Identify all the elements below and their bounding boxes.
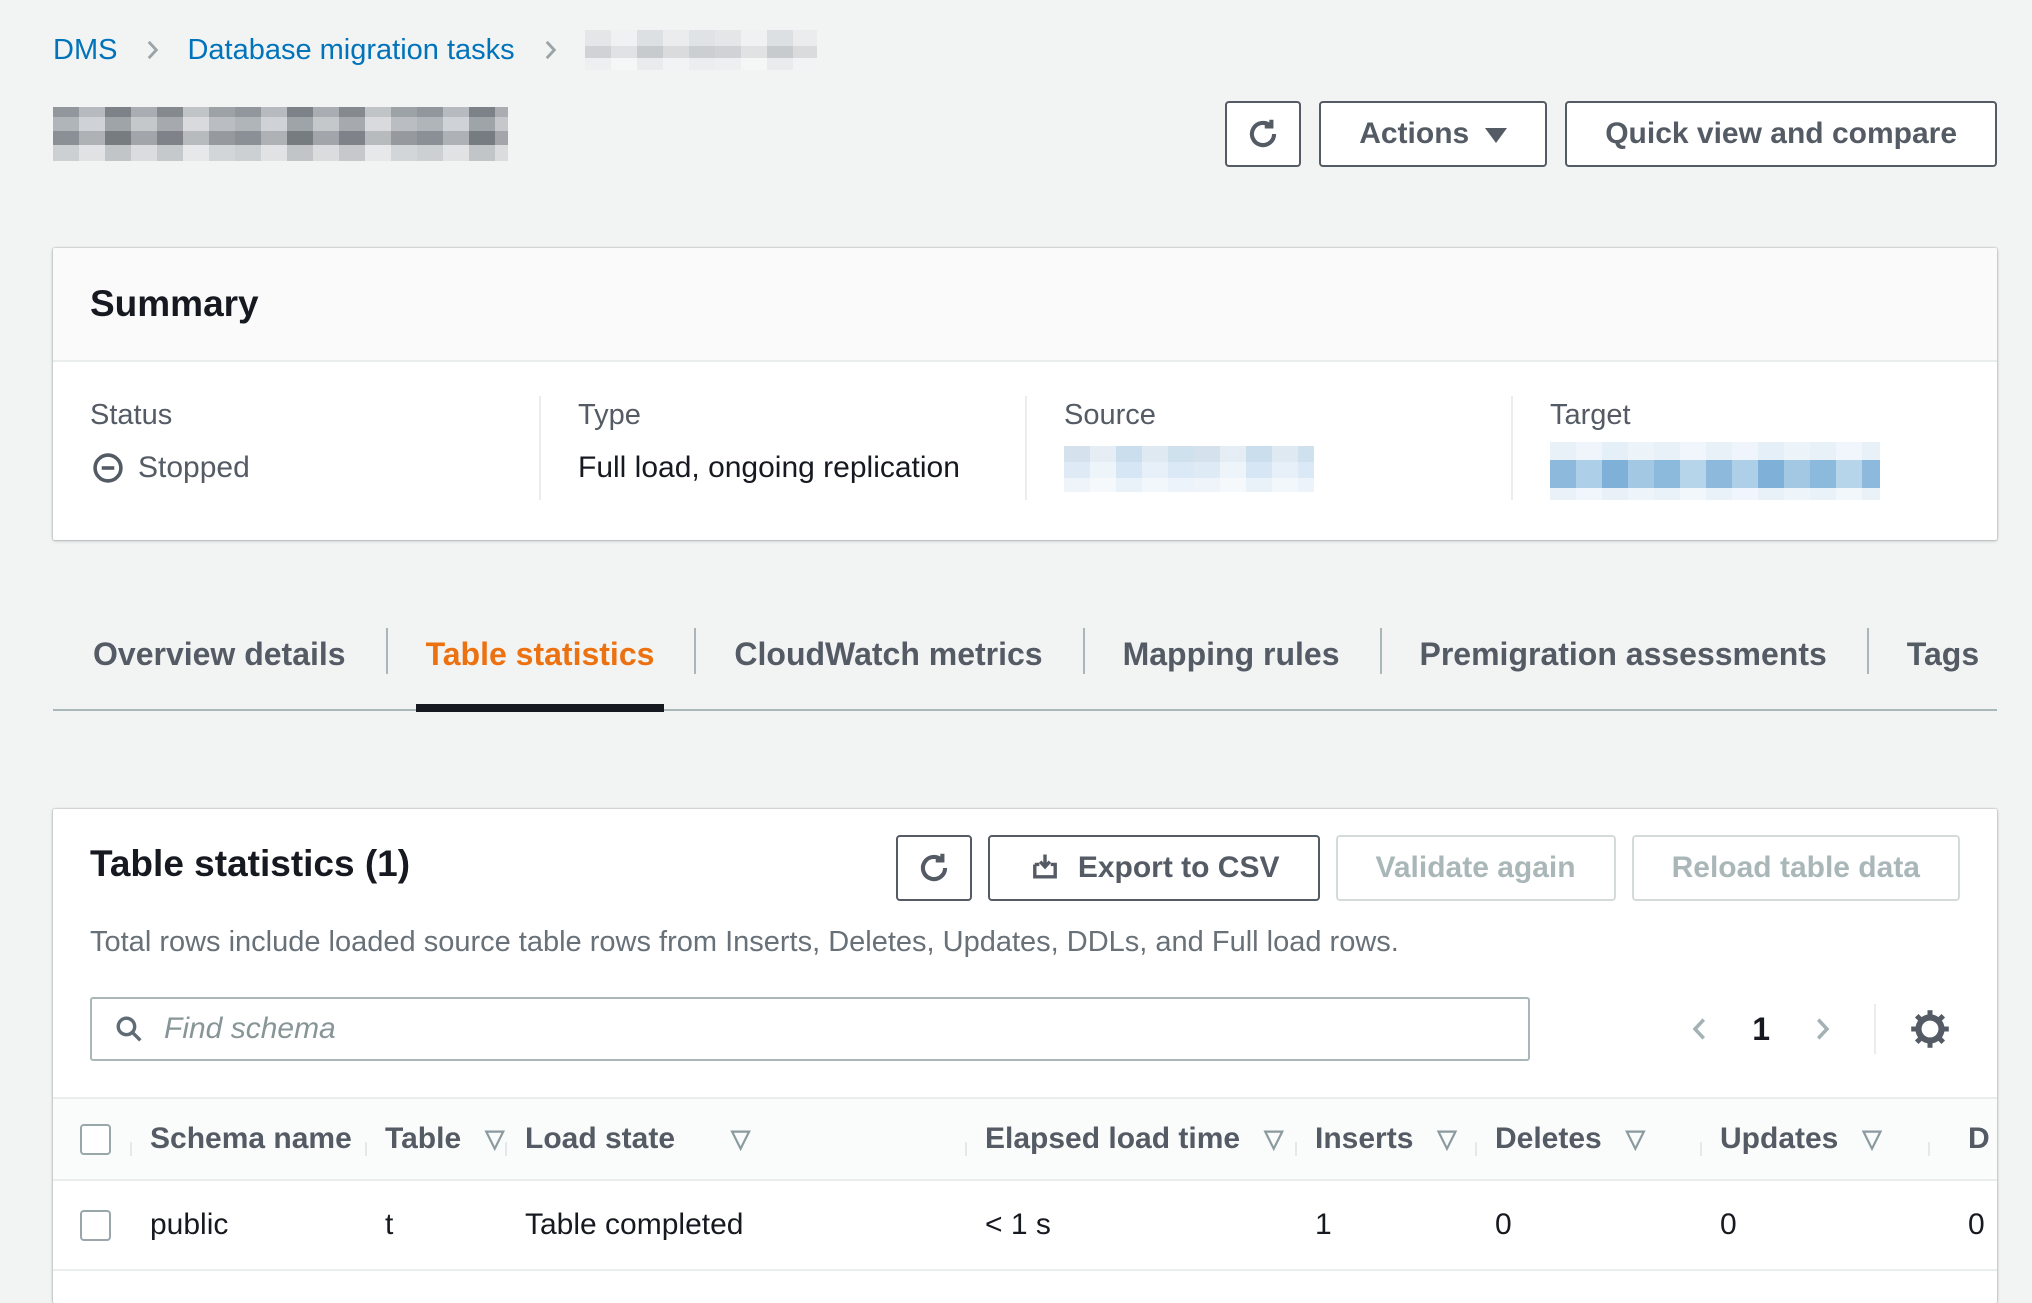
quick-view-compare-button[interactable]: Quick view and compare (1565, 101, 1997, 167)
table-row[interactable]: public t Table completed < 1 s 1 0 0 0 (53, 1181, 1997, 1271)
download-icon (1028, 851, 1062, 885)
type-value: Full load, ongoing replication (578, 448, 995, 488)
actions-button[interactable]: Actions (1319, 101, 1547, 167)
summary-field-target: Target (1511, 396, 1997, 500)
tab-cloudwatch-metrics[interactable]: CloudWatch metrics (694, 622, 1082, 709)
cell-updates: 0 (1700, 1208, 1928, 1242)
previous-page-button[interactable] (1672, 1001, 1728, 1057)
quick-view-compare-label: Quick view and compare (1605, 117, 1957, 151)
summary-field-type: Type Full load, ongoing replication (539, 396, 1025, 500)
pager-divider (1874, 1004, 1876, 1054)
page-header: Actions Quick view and compare (53, 100, 1997, 168)
tab-bar: Overview details Table statistics CloudW… (53, 622, 1997, 711)
tab-premigration-assessments[interactable]: Premigration assessments (1380, 622, 1867, 709)
sort-icon[interactable] (1264, 1127, 1283, 1152)
target-value-redacted[interactable] (1550, 442, 1880, 500)
table-statistics-description: Total rows include loaded source table r… (90, 923, 1960, 961)
column-header-deletes[interactable]: Deletes (1475, 1122, 1700, 1156)
breadcrumb-link-tasks[interactable]: Database migration tasks (187, 31, 514, 69)
cell-schema-name: public (130, 1208, 365, 1242)
table-statistics-title: Table statistics (1) (90, 841, 410, 887)
statistics-table: Schema name Table Load state Elapsed loa… (53, 1097, 1997, 1303)
target-label: Target (1550, 396, 1967, 434)
export-csv-button[interactable]: Export to CSV (988, 835, 1320, 901)
caret-down-icon (1485, 128, 1507, 143)
refresh-button[interactable] (1225, 101, 1301, 167)
table-statistics-actions: Export to CSV Validate again Reload tabl… (896, 835, 1960, 901)
column-header-schema-name[interactable]: Schema name (130, 1122, 365, 1156)
summary-fields: Status Stopped Type Full load, ongoing r… (53, 362, 1997, 540)
cell-ddl-clipped: 0 (1928, 1208, 1997, 1242)
pagination: 1 (1672, 999, 1960, 1059)
breadcrumb-current-redacted (585, 30, 817, 70)
sort-icon[interactable] (485, 1127, 504, 1152)
reload-table-data-button[interactable]: Reload table data (1632, 835, 1960, 901)
source-label: Source (1064, 396, 1481, 434)
page-content: DMS Database migration tasks Actions Qui… (0, 0, 2032, 1303)
page-number[interactable]: 1 (1738, 1011, 1784, 1048)
page-header-actions: Actions Quick view and compare (1225, 101, 1997, 167)
summary-field-status: Status Stopped (53, 396, 539, 500)
cell-elapsed-load-time: < 1 s (965, 1208, 1295, 1242)
cell-table: t (365, 1208, 505, 1242)
schema-search (90, 997, 1530, 1061)
next-page-button[interactable] (1794, 1001, 1850, 1057)
validate-again-label: Validate again (1376, 851, 1576, 885)
tab-mapping-rules[interactable]: Mapping rules (1083, 622, 1380, 709)
table-statistics-panel: Table statistics (1) Export to CSV (53, 809, 1997, 1303)
breadcrumb: DMS Database migration tasks (53, 30, 1997, 70)
cell-inserts: 1 (1295, 1208, 1475, 1242)
table-refresh-button[interactable] (896, 835, 972, 901)
gear-icon (1907, 1006, 1953, 1052)
tab-overview-details[interactable]: Overview details (53, 622, 386, 709)
summary-field-source: Source (1025, 396, 1511, 500)
column-header-load-state[interactable]: Load state (505, 1122, 965, 1156)
refresh-icon (915, 849, 953, 887)
table-footer-spacer (53, 1271, 1997, 1303)
tab-bar-divider (53, 709, 1997, 711)
table-filter-row: 1 (90, 997, 1960, 1061)
status-label: Status (90, 396, 509, 434)
actions-button-label: Actions (1359, 117, 1469, 151)
summary-title: Summary (90, 282, 1960, 326)
row-checkbox[interactable] (80, 1210, 111, 1241)
type-label: Type (578, 396, 995, 434)
refresh-icon (1244, 115, 1282, 153)
cell-load-state: Table completed (505, 1208, 965, 1242)
table-statistics-header: Table statistics (1) Export to CSV (90, 835, 1960, 901)
tab-table-statistics[interactable]: Table statistics (386, 622, 695, 709)
column-header-elapsed-load-time[interactable]: Elapsed load time (965, 1122, 1295, 1156)
column-header-inserts[interactable]: Inserts (1295, 1122, 1475, 1156)
sort-icon[interactable] (1862, 1127, 1881, 1152)
table-header-row: Schema name Table Load state Elapsed loa… (53, 1097, 1997, 1181)
status-value: Stopped (138, 448, 250, 488)
summary-header: Summary (53, 248, 1997, 362)
column-header-ddl-clipped[interactable]: D (1928, 1122, 1997, 1156)
cell-deletes: 0 (1475, 1208, 1700, 1242)
sort-icon[interactable] (1626, 1127, 1645, 1152)
sort-icon[interactable] (1437, 1127, 1456, 1152)
page-title-redacted (53, 107, 508, 161)
validate-again-button[interactable]: Validate again (1336, 835, 1616, 901)
export-csv-label: Export to CSV (1078, 851, 1280, 885)
chevron-right-icon (139, 37, 165, 63)
sort-icon[interactable] (731, 1127, 750, 1152)
breadcrumb-link-dms[interactable]: DMS (53, 31, 117, 69)
stopped-status-icon (90, 450, 126, 486)
tab-tags[interactable]: Tags (1867, 622, 2019, 709)
reload-table-data-label: Reload table data (1672, 851, 1920, 885)
source-value-redacted[interactable] (1064, 446, 1314, 492)
summary-panel: Summary Status Stopped Type Full load, o… (53, 248, 1997, 540)
search-icon (112, 1012, 146, 1046)
schema-search-input[interactable] (162, 1011, 1508, 1047)
column-header-table[interactable]: Table (365, 1122, 505, 1156)
table-preferences-button[interactable] (1900, 999, 1960, 1059)
select-all-checkbox[interactable] (80, 1124, 111, 1155)
column-header-updates[interactable]: Updates (1700, 1122, 1928, 1156)
chevron-right-icon (537, 37, 563, 63)
